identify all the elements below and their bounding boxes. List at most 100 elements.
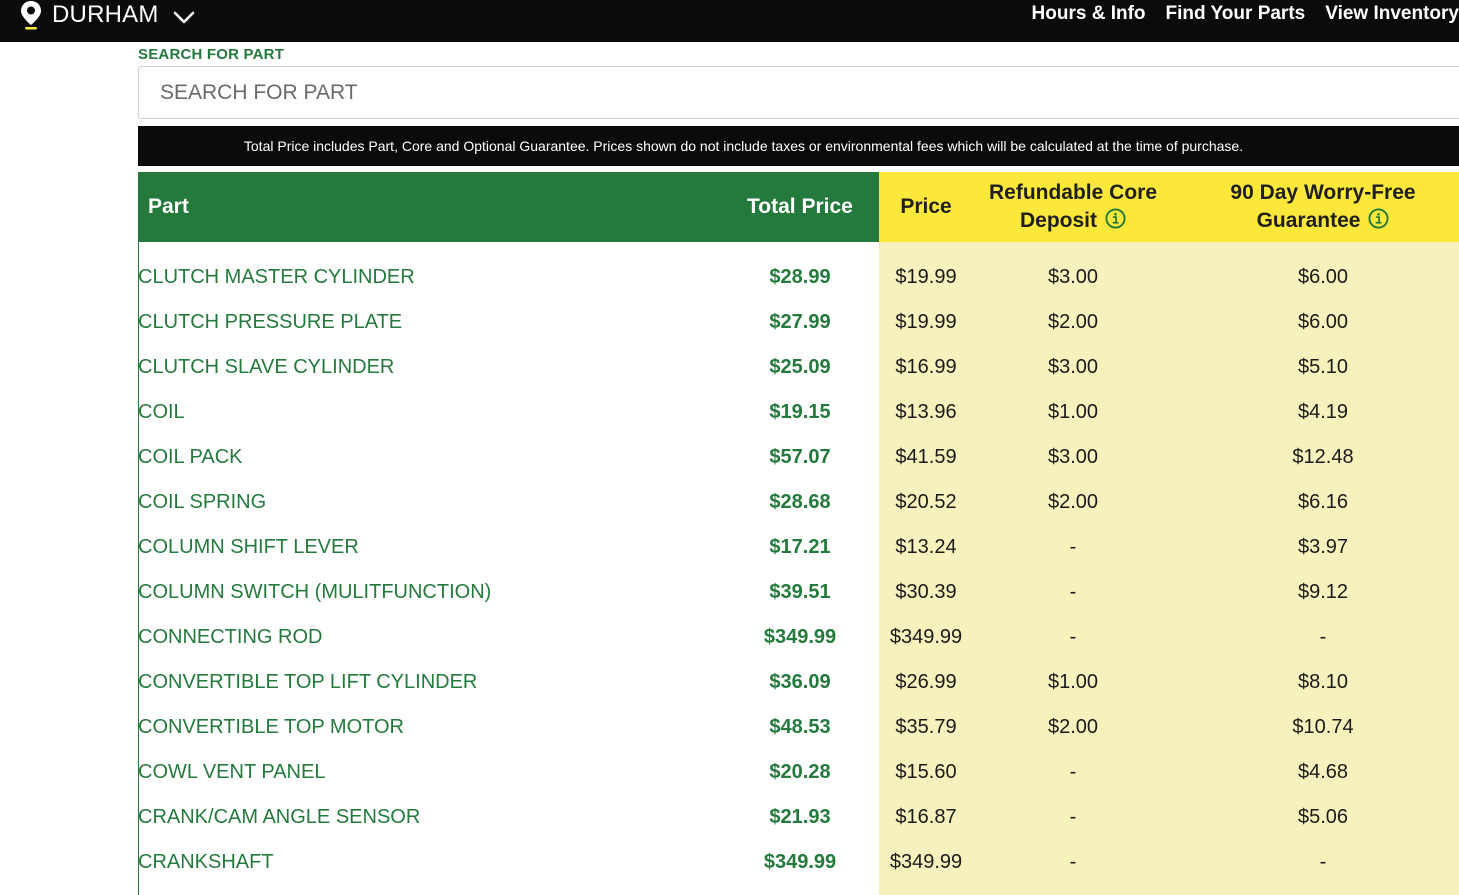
core-deposit: $2.00: [1047, 311, 1099, 333]
part-name-link[interactable]: COIL SPRING: [138, 480, 266, 525]
guarantee-price: $6.00: [1297, 311, 1349, 333]
part-name-link[interactable]: COIL PACK: [138, 435, 242, 480]
header-core-deposit: Refundable Core Deposit: [973, 179, 1173, 235]
total-price: $36.09: [769, 671, 831, 693]
core-deposit: -: [1069, 581, 1077, 603]
nav-view-inventory[interactable]: View Inventory: [1325, 3, 1459, 25]
total-price: $21.93: [769, 806, 831, 828]
total-price: $28.99: [769, 266, 831, 288]
table-row: CONVERTIBLE TOP LIFT CYLINDER $36.09 $26…: [138, 660, 1459, 705]
total-price: $19.15: [769, 401, 831, 423]
guarantee-price: -: [1319, 851, 1327, 873]
part-name-link[interactable]: CONVERTIBLE TOP MOTOR: [138, 705, 404, 750]
part-name-link[interactable]: CLUTCH SLAVE CYLINDER: [138, 345, 394, 390]
core-deposit: -: [1069, 851, 1077, 873]
core-deposit: $1.00: [1047, 671, 1099, 693]
header-total-price: Total Price: [747, 195, 853, 218]
guarantee-price: $6.16: [1297, 491, 1349, 513]
part-name-link[interactable]: COLUMN SWITCH (MULITFUNCTION): [138, 570, 491, 615]
location-name: DURHAM: [52, 1, 159, 28]
part-price: $15.60: [895, 761, 957, 783]
part-name-link[interactable]: CRANKSHAFT: [138, 840, 274, 885]
table-row: COIL $19.15 $13.96 $1.00 $4.19: [138, 390, 1459, 435]
guarantee-price: $5.10: [1297, 356, 1349, 378]
core-deposit: $3.00: [1047, 266, 1099, 288]
part-price: $26.99: [895, 671, 957, 693]
part-name-link[interactable]: CONNECTING ROD: [138, 615, 322, 660]
total-price: $349.99: [763, 626, 837, 648]
header-core-line2-wrap: Deposit: [973, 207, 1173, 235]
core-deposit: -: [1069, 626, 1077, 648]
table-row: CONNECTING ROD $349.99 $349.99 - -: [138, 615, 1459, 660]
header-part: Part: [148, 195, 189, 218]
part-price: $16.87: [895, 806, 957, 828]
table-row: CLUTCH SLAVE CYLINDER $25.09 $16.99 $3.0…: [138, 345, 1459, 390]
map-pin-icon: [21, 1, 41, 30]
core-deposit: -: [1069, 761, 1077, 783]
part-name-link[interactable]: COWL VENT PANEL: [138, 750, 325, 795]
table-row: CRANK/CAM ANGLE SENSOR $21.93 $16.87 - $…: [138, 795, 1459, 840]
header-guarantee-line2-wrap: Guarantee: [1208, 207, 1438, 235]
guarantee-price: $3.97: [1297, 536, 1349, 558]
table-row: COIL PACK $57.07 $41.59 $3.00 $12.48: [138, 435, 1459, 480]
header-guarantee: 90 Day Worry-Free Guarantee: [1208, 179, 1438, 235]
price-notice-banner: Total Price includes Part, Core and Opti…: [138, 126, 1459, 166]
header-core-line2: Deposit: [1019, 209, 1097, 232]
total-price: $48.53: [769, 716, 831, 738]
total-price: $39.51: [769, 581, 831, 603]
info-icon[interactable]: [1368, 208, 1389, 229]
total-price: $17.21: [769, 536, 831, 558]
part-price: $349.99: [889, 851, 963, 873]
info-icon[interactable]: [1105, 208, 1126, 229]
search-box[interactable]: [138, 66, 1459, 119]
core-deposit: $2.00: [1047, 716, 1099, 738]
core-deposit: $3.00: [1047, 356, 1099, 378]
table-row: COLUMN SHIFT LEVER $17.21 $13.24 - $3.97: [138, 525, 1459, 570]
core-deposit: $1.00: [1047, 401, 1099, 423]
part-name-link[interactable]: COIL: [138, 390, 185, 435]
guarantee-price: $4.19: [1297, 401, 1349, 423]
header-guarantee-line1: 90 Day Worry-Free: [1230, 181, 1416, 204]
part-price: $35.79: [895, 716, 957, 738]
part-name-link[interactable]: CLUTCH PRESSURE PLATE: [138, 300, 402, 345]
guarantee-price: $12.48: [1292, 446, 1354, 468]
search-label: SEARCH FOR PART: [138, 46, 285, 63]
guarantee-price: $8.10: [1297, 671, 1349, 693]
nav-find-your-parts[interactable]: Find Your Parts: [1166, 3, 1306, 25]
total-price: $25.09: [769, 356, 831, 378]
core-deposit: $3.00: [1047, 446, 1099, 468]
table-row: CRANKSHAFT $349.99 $349.99 - -: [138, 840, 1459, 885]
part-price: $16.99: [895, 356, 957, 378]
part-price: $30.39: [895, 581, 957, 603]
guarantee-price: $6.00: [1297, 266, 1349, 288]
location-selector[interactable]: DURHAM: [20, 0, 195, 30]
part-price: $41.59: [895, 446, 957, 468]
nav-hours-info[interactable]: Hours & Info: [1032, 3, 1146, 25]
guarantee-price: -: [1319, 626, 1327, 648]
total-price: $27.99: [769, 311, 831, 333]
core-deposit: $2.00: [1047, 491, 1099, 513]
guarantee-price: $4.68: [1297, 761, 1349, 783]
part-name-link[interactable]: CRANK/CAM ANGLE SENSOR: [138, 795, 420, 840]
parts-price-table: Part Total Price Price Refundable Core D…: [138, 172, 1459, 895]
part-price: $13.24: [895, 536, 957, 558]
part-price: $19.99: [895, 266, 957, 288]
header-core-line1: Refundable Core: [988, 181, 1158, 204]
core-deposit: -: [1069, 536, 1077, 558]
total-price: $20.28: [769, 761, 831, 783]
chevron-down-icon[interactable]: [173, 11, 195, 25]
search-input[interactable]: [139, 67, 1459, 118]
table-row: CONVERTIBLE TOP MOTOR $48.53 $35.79 $2.0…: [138, 705, 1459, 750]
table-row: COLUMN SWITCH (MULITFUNCTION) $39.51 $30…: [138, 570, 1459, 615]
part-name-link[interactable]: CONVERTIBLE TOP LIFT CYLINDER: [138, 660, 477, 705]
top-nav: Hours & Info Find Your Parts View Invent…: [1032, 0, 1459, 28]
part-name-link[interactable]: CLUTCH MASTER CYLINDER: [138, 255, 415, 300]
total-price: $28.68: [769, 491, 831, 513]
part-name-link[interactable]: COLUMN SHIFT LEVER: [138, 525, 359, 570]
total-price: $57.07: [769, 446, 831, 468]
header-price: Price: [900, 195, 952, 218]
part-price: $13.96: [895, 401, 957, 423]
table-row: CLUTCH MASTER CYLINDER $28.99 $19.99 $3.…: [138, 255, 1459, 300]
part-price: $20.52: [895, 491, 957, 513]
total-price: $349.99: [763, 851, 837, 873]
